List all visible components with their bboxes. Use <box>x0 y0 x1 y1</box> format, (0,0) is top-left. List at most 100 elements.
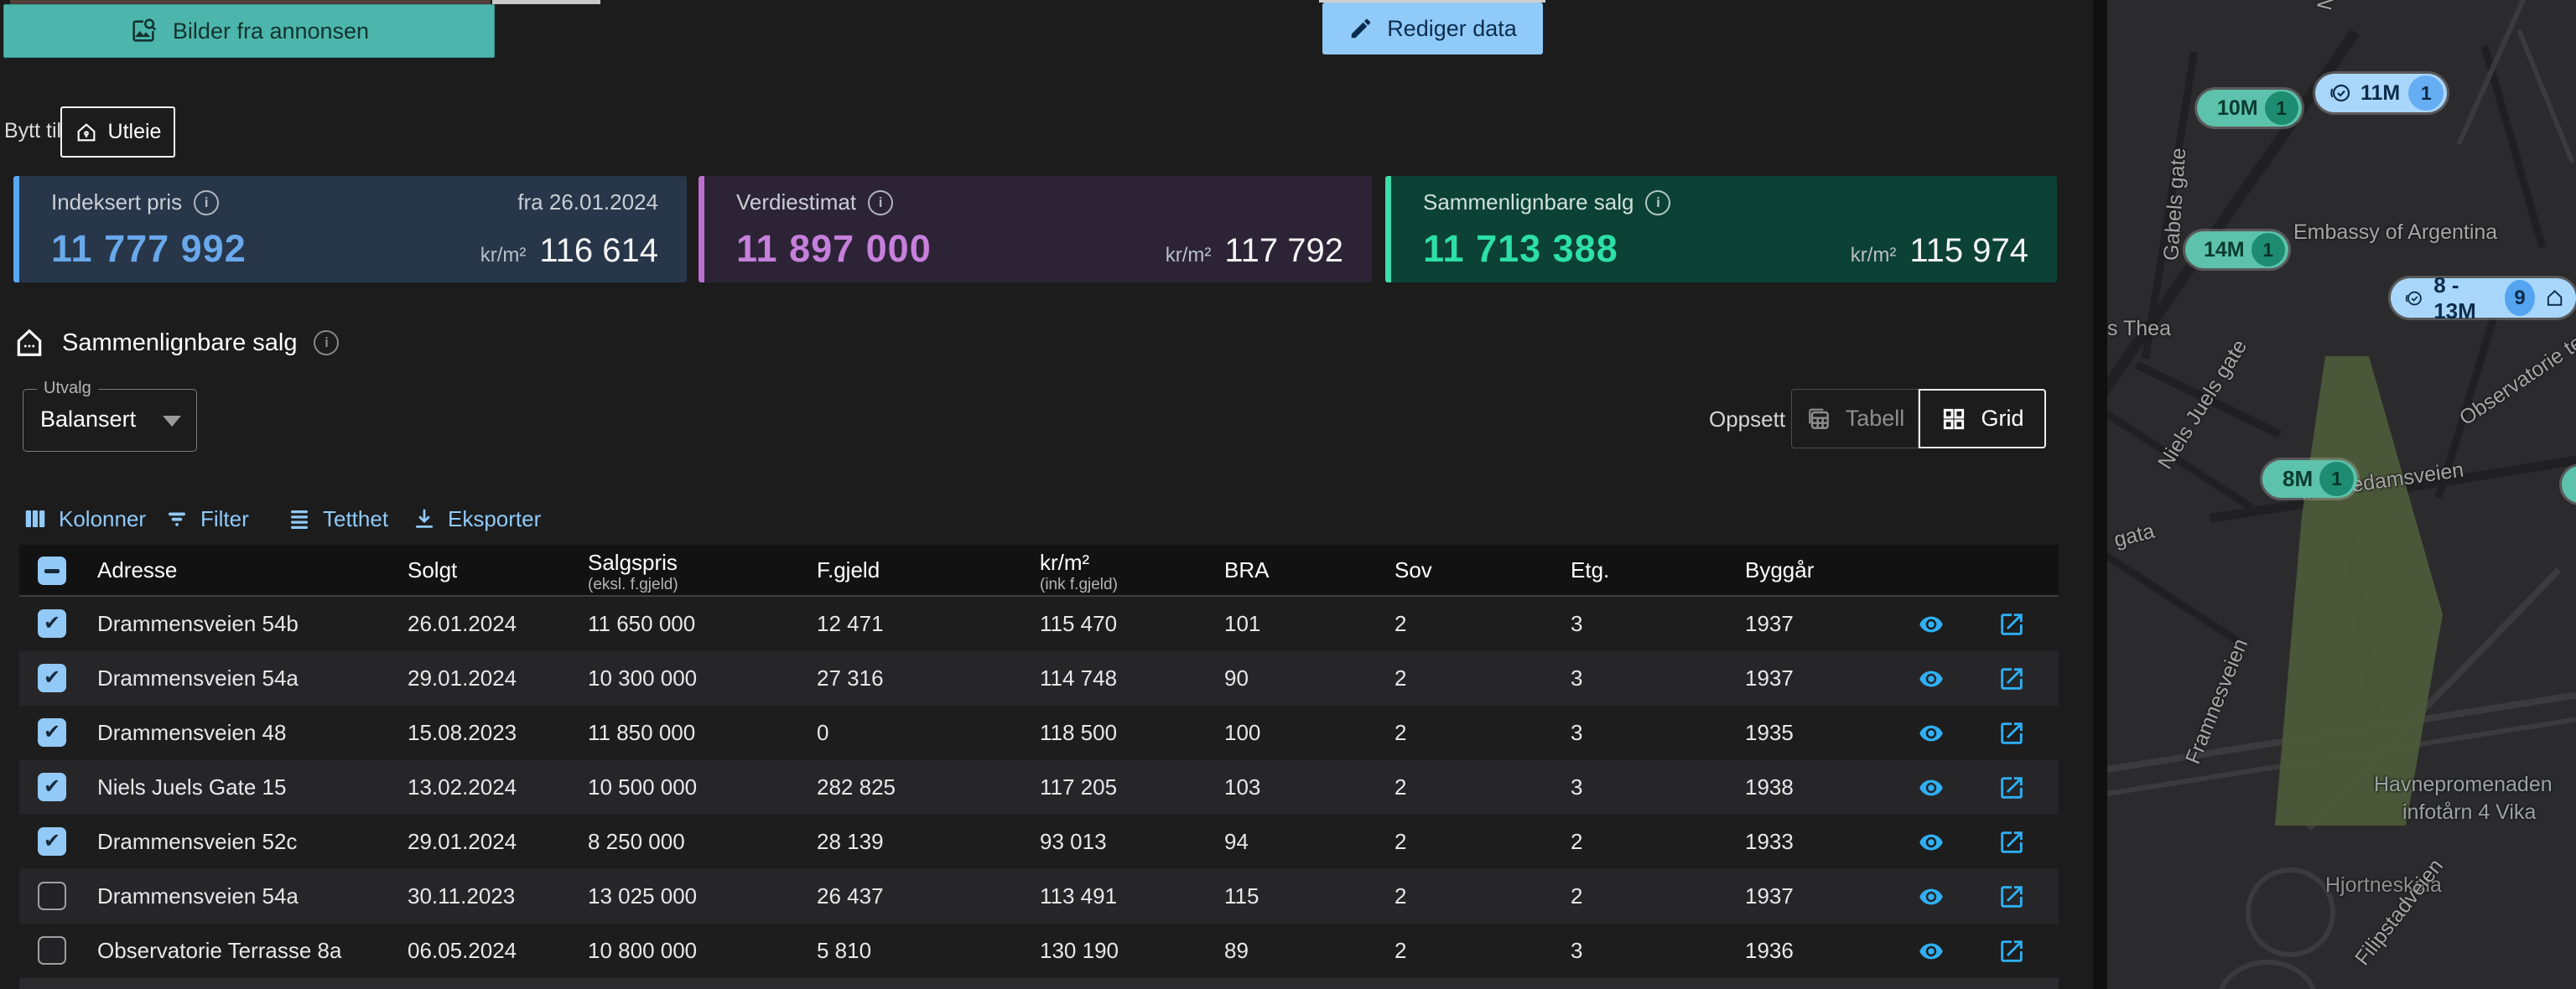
col-adresse: Adresse <box>97 545 177 595</box>
card-value: 11 897 000 <box>736 227 932 271</box>
tetthet-button[interactable]: Tetthet <box>287 501 388 536</box>
cell-bra: 89 <box>1224 924 1249 978</box>
view-button[interactable] <box>1914 651 1948 706</box>
view-toggle-tabell[interactable]: Tabell <box>1791 389 1919 448</box>
card-value: 11 713 388 <box>1423 227 1618 271</box>
cell-sov: 2 <box>1394 597 1406 651</box>
bilder-fra-annonsen-button[interactable]: Bilder fra annonsen <box>3 4 495 58</box>
col-byggar: Byggår <box>1745 545 1814 595</box>
similar-check-icon <box>2329 81 2352 105</box>
table-row[interactable]: Drammensveien 52c 29.01.2024 8 250 000 2… <box>19 815 2059 869</box>
cell-bra: 115 <box>1224 869 1259 924</box>
cell-adresse: Drammensveien 48 <box>97 706 286 760</box>
open-external-button[interactable] <box>1995 869 2028 924</box>
filter-button[interactable]: Filter <box>164 501 249 536</box>
map-marker-10m[interactable]: 10M 1 <box>2197 90 2302 127</box>
marker-count: 1 <box>2319 462 2354 496</box>
cell-byggar: 1937 <box>1745 869 1794 924</box>
info-icon[interactable]: i <box>314 330 339 355</box>
house-icon <box>75 121 98 144</box>
pencil-icon <box>1348 16 1374 41</box>
street-label: Niels Ju <box>2313 0 2355 13</box>
eye-icon <box>1914 666 1948 691</box>
open-external-button[interactable] <box>1995 597 2028 651</box>
open-external-button[interactable] <box>1995 651 2028 706</box>
col-salgspris-sub: (eksl. f.gjeld) <box>588 576 678 594</box>
open-external-button[interactable] <box>1995 924 2028 978</box>
open-external-button[interactable] <box>1995 706 2028 760</box>
image-search-icon <box>129 17 158 45</box>
cell-krm2: 114 748 <box>1040 651 1117 706</box>
utvalg-value: Balansert <box>40 390 136 449</box>
cell-byggar: 1938 <box>1745 760 1794 815</box>
table-row[interactable]: Observatorie Terrasse 8a 06.05.2024 10 8… <box>19 924 2059 978</box>
bytt-til-label: Bytt til <box>4 119 61 143</box>
row-checkbox[interactable] <box>38 664 66 692</box>
map-marker-14m[interactable]: 14M 1 <box>2185 231 2288 268</box>
table-header-row: Adresse Solgt Salgspris (eksl. f.gjeld) … <box>19 545 2059 597</box>
info-icon[interactable]: i <box>868 190 893 215</box>
view-button[interactable] <box>1914 706 1948 760</box>
table-row[interactable]: Drammensveien 48 15.08.2023 11 850 000 0… <box>19 706 2059 760</box>
card-label: Sammenlignbare salg <box>1423 189 1633 215</box>
cell-adresse: Observatorie Terrasse 8a <box>97 924 341 978</box>
rediger-data-button[interactable]: Rediger data <box>1322 3 1543 54</box>
cell-solgt: 15.08.2023 <box>408 706 517 760</box>
cell-krm2: 113 491 <box>1040 869 1117 924</box>
cell-sov: 2 <box>1394 706 1406 760</box>
eksporter-button[interactable]: Eksporter <box>412 501 541 536</box>
sqm-value: 115 974 <box>1909 232 2028 270</box>
cell-sov: 2 <box>1394 815 1406 869</box>
eye-icon <box>1914 721 1948 746</box>
card-label: Verdiestimat <box>736 189 856 215</box>
cell-etg: 3 <box>1571 597 1582 651</box>
row-checkbox[interactable] <box>38 882 66 910</box>
sqm-unit: kr/m² <box>1166 244 1212 267</box>
map-marker-8m[interactable]: 8M 1 <box>2262 460 2357 498</box>
sqm-value: 116 614 <box>539 232 658 270</box>
poi-label: Havnepromenaden <box>2374 773 2553 797</box>
cell-sov: 2 <box>1394 869 1406 924</box>
external-link-icon <box>1997 774 2026 802</box>
map-panel[interactable]: Niels Ju Gabels gate Embassy of Argentin… <box>2107 0 2576 989</box>
row-checkbox[interactable] <box>38 718 66 747</box>
table-row[interactable]: Niels Juels Gate 15 13.02.2024 10 500 00… <box>19 760 2059 815</box>
cell-etg: 2 <box>1571 815 1582 869</box>
cell-etg: 3 <box>1571 924 1582 978</box>
map-marker-8-13m[interactable]: 8 - 13M 9 <box>2391 278 2576 318</box>
view-button[interactable] <box>1914 869 1948 924</box>
house-icon <box>2545 287 2564 310</box>
select-all-checkbox[interactable] <box>38 557 66 585</box>
scroll-gutter[interactable] <box>2093 0 2107 989</box>
info-icon[interactable]: i <box>194 190 219 215</box>
table-row[interactable]: Drammensveien 54a 30.11.2023 13 025 000 … <box>19 869 2059 924</box>
table-row[interactable]: Drammensveien 54b 26.01.2024 11 650 000 … <box>19 597 2059 651</box>
map-marker-11m[interactable]: 11M 1 <box>2315 74 2447 112</box>
oppsett-label: Oppsett <box>1709 406 1785 432</box>
view-toggle-grid[interactable]: Grid <box>1919 389 2046 448</box>
utvalg-select[interactable]: Utvalg Balansert <box>23 389 197 452</box>
row-checkbox[interactable] <box>38 827 66 856</box>
cell-fgjeld: 26 437 <box>817 869 884 924</box>
view-button[interactable] <box>1914 760 1948 815</box>
view-button[interactable] <box>1914 815 1948 869</box>
view-button[interactable] <box>1914 924 1948 978</box>
map-marker-partial[interactable] <box>2562 466 2576 503</box>
row-checkbox[interactable] <box>38 773 66 801</box>
utleie-button[interactable]: Utleie <box>60 106 175 158</box>
cell-krm2: 93 013 <box>1040 815 1107 869</box>
cell-etg: 3 <box>1571 651 1582 706</box>
open-external-button[interactable] <box>1995 815 2028 869</box>
cell-salgspris: 10 500 000 <box>588 760 697 815</box>
col-krm2: kr/m² <box>1040 551 1089 573</box>
partial-next-row <box>19 978 2059 989</box>
row-checkbox[interactable] <box>38 936 66 965</box>
cell-krm2: 118 500 <box>1040 706 1117 760</box>
table-row[interactable]: Drammensveien 54a 29.01.2024 10 300 000 … <box>19 651 2059 706</box>
open-external-button[interactable] <box>1995 760 2028 815</box>
info-icon[interactable]: i <box>1645 190 1670 215</box>
col-sov: Sov <box>1394 545 1432 595</box>
view-button[interactable] <box>1914 597 1948 651</box>
row-checkbox[interactable] <box>38 609 66 638</box>
kolonner-button[interactable]: Kolonner <box>23 501 146 536</box>
